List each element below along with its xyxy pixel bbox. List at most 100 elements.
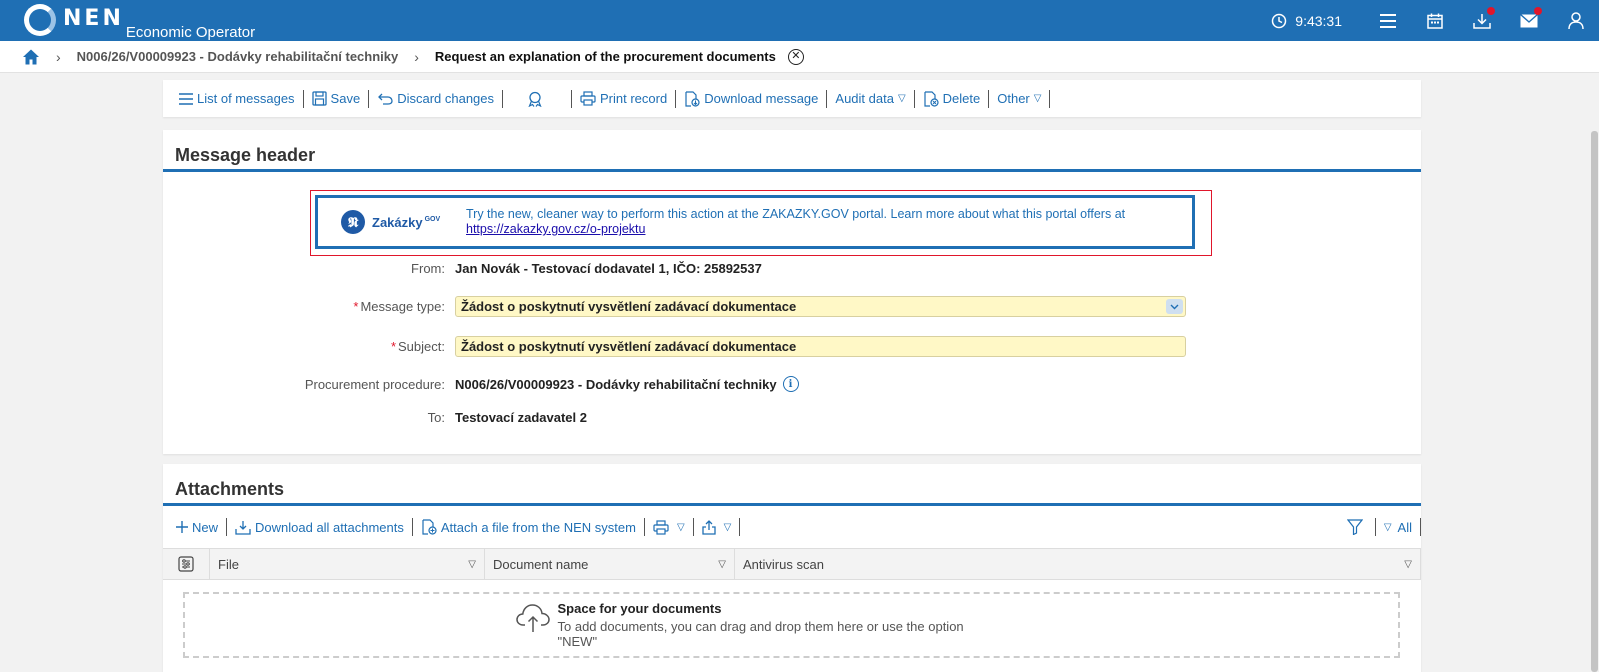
banner-text-block: Try the new, cleaner way to perform this… [466,207,1125,237]
downloads-button[interactable] [1458,0,1505,41]
procurement-procedure-row: Procurement procedure: N006/26/V00009923… [163,376,1421,392]
messages-button[interactable] [1505,0,1552,41]
subject-value: Žádost o poskytnutí vysvětlení zadávací … [461,339,797,354]
printer-icon [653,519,669,535]
column-settings-button[interactable] [163,548,210,580]
download-icon [235,520,251,535]
required-mark: * [353,299,359,314]
save-label: Save [330,91,361,106]
subject-input[interactable]: Žádost o poskytnutí vysvětlení zadávací … [455,336,1186,357]
message-type-select[interactable]: Žádost o poskytnutí vysvětlení zadávací … [455,296,1186,317]
zakazky-name: Zakázky [372,214,423,230]
zakazky-logo: 𝕹 Zakázky GOV [341,210,466,234]
delete-button[interactable]: Delete [915,90,989,108]
download-message-button[interactable]: Download message [676,90,826,108]
print-record-label: Print record [600,91,668,106]
logo-text: NEN [63,6,124,31]
plus-icon [176,521,188,533]
chevron-down-icon[interactable] [1166,299,1183,314]
attach-from-nen-label: Attach a file from the NEN system [440,519,636,535]
messages-notification-dot [1534,7,1542,15]
procedure-value-wrap: N006/26/V00009923 - Dodávky rehabilitačn… [455,376,799,392]
record-toolbar: List of messages Save Discard changes Pr… [163,80,1421,117]
nen-logo-icon [24,4,56,36]
download-all-label: Download all attachments [255,519,404,535]
from-value: Jan Novák - Testovací dodavatel 1, IČO: … [455,261,762,276]
breadcrumb-procedure[interactable]: N006/26/V00009923 - Dodávky rehabilitačn… [77,49,399,64]
list-of-messages-button[interactable]: List of messages [171,90,303,108]
from-row: From: Jan Novák - Testovací dodavatel 1,… [163,261,1421,276]
caret-down-icon: ▽ [676,521,685,533]
zakazky-banner-frame: 𝕹 Zakázky GOV Try the new, cleaner way to… [310,190,1212,256]
message-type-value: Žádost o poskytnutí vysvětlení zadávací … [461,299,797,314]
print-attachments-dropdown[interactable]: ▽ [645,518,693,536]
list-of-messages-label: List of messages [197,91,295,106]
message-header-section: Message header 𝕹 Zakázky GOV Try the new,… [163,130,1421,454]
column-document-name-label: Document name [493,556,589,572]
other-label: Other [997,91,1030,106]
filter-all-dropdown[interactable]: ▽ All [1376,518,1420,536]
dropzone-text: To add documents, you can drag and drop … [557,619,964,649]
save-button[interactable]: Save [304,90,369,108]
delete-label: Delete [942,91,981,106]
dropzone-title: Space for your documents [557,601,722,616]
breadcrumb-current: Request an explanation of the procuremen… [434,49,776,64]
scrollbar-thumb[interactable] [1591,131,1598,672]
column-antivirus-scan[interactable]: Antivirus scan ▽ [735,548,1421,580]
zakazky-portal-link[interactable]: https://zakazky.gov.cz/o-projektu [466,222,645,236]
subject-label-text: Subject: [398,339,445,354]
zakazky-logo-text: Zakázky GOV [372,215,440,230]
filter-button[interactable] [1339,518,1375,536]
home-icon[interactable] [22,48,40,66]
cloud-upload-icon [515,604,550,632]
attachments-filter-group: ▽ All [1339,506,1421,548]
column-file[interactable]: File ▽ [210,548,485,580]
to-value: Testovací zadavatel 2 [455,410,587,425]
other-dropdown[interactable]: Other ▽ [989,90,1049,108]
procedure-value: N006/26/V00009923 - Dodávky rehabilitačn… [455,376,777,392]
filter-all-label: All [1397,519,1412,535]
caret-down-icon: ▽ [897,93,906,104]
required-mark: * [390,339,397,354]
column-filter-icon[interactable]: ▽ [1404,559,1412,570]
download-all-attachments-button[interactable]: Download all attachments [227,518,412,536]
user-profile-button[interactable] [1552,0,1599,41]
export-dropdown[interactable]: ▽ [694,518,740,536]
print-record-button[interactable]: Print record [572,90,675,108]
list-icon [179,92,193,105]
to-label: To: [427,410,445,425]
page-scrollbar[interactable] [1589,131,1599,672]
chevron-right-icon: › [414,48,419,65]
nen-logo[interactable]: NEN Economic Operator [24,4,255,41]
column-filter-icon[interactable]: ▽ [468,559,476,570]
delete-document-icon [924,90,939,107]
calendar-button[interactable] [1411,0,1458,41]
procedure-label: Procurement procedure: [304,376,445,392]
to-row: To: Testovací zadavatel 2 [163,410,1421,425]
column-filter-icon[interactable]: ▽ [718,559,726,570]
discard-changes-label: Discard changes [397,91,495,106]
from-label: From: [411,261,445,276]
document-dropzone[interactable]: Space for your documents To add document… [183,592,1400,658]
new-attachment-button[interactable]: New [168,518,226,536]
session-clock: 9:43:31 [1271,13,1342,29]
download-document-icon [685,90,700,107]
info-icon[interactable]: i [782,376,799,392]
close-tab-icon[interactable]: ✕ [787,48,804,65]
caret-down-icon: ▽ [1033,93,1042,104]
zakazky-logo-icon: 𝕹 [341,210,365,234]
attachments-section: Attachments New Download all attachments… [163,464,1421,672]
discard-changes-button[interactable]: Discard changes [369,90,502,108]
download-message-label: Download message [704,91,819,106]
floppy-disk-icon [311,91,327,106]
column-document-name[interactable]: Document name ▽ [485,548,735,580]
printer-icon [580,91,596,106]
attach-from-nen-button[interactable]: Attach a file from the NEN system [413,518,644,536]
column-file-label: File [218,556,239,572]
toolbar-divider [1420,518,1421,536]
download-tray-icon [1472,13,1491,29]
section-title: Message header [163,130,1421,172]
certificate-button[interactable] [503,90,571,108]
audit-data-dropdown[interactable]: Audit data ▽ [827,90,913,108]
menu-button[interactable] [1364,0,1411,41]
